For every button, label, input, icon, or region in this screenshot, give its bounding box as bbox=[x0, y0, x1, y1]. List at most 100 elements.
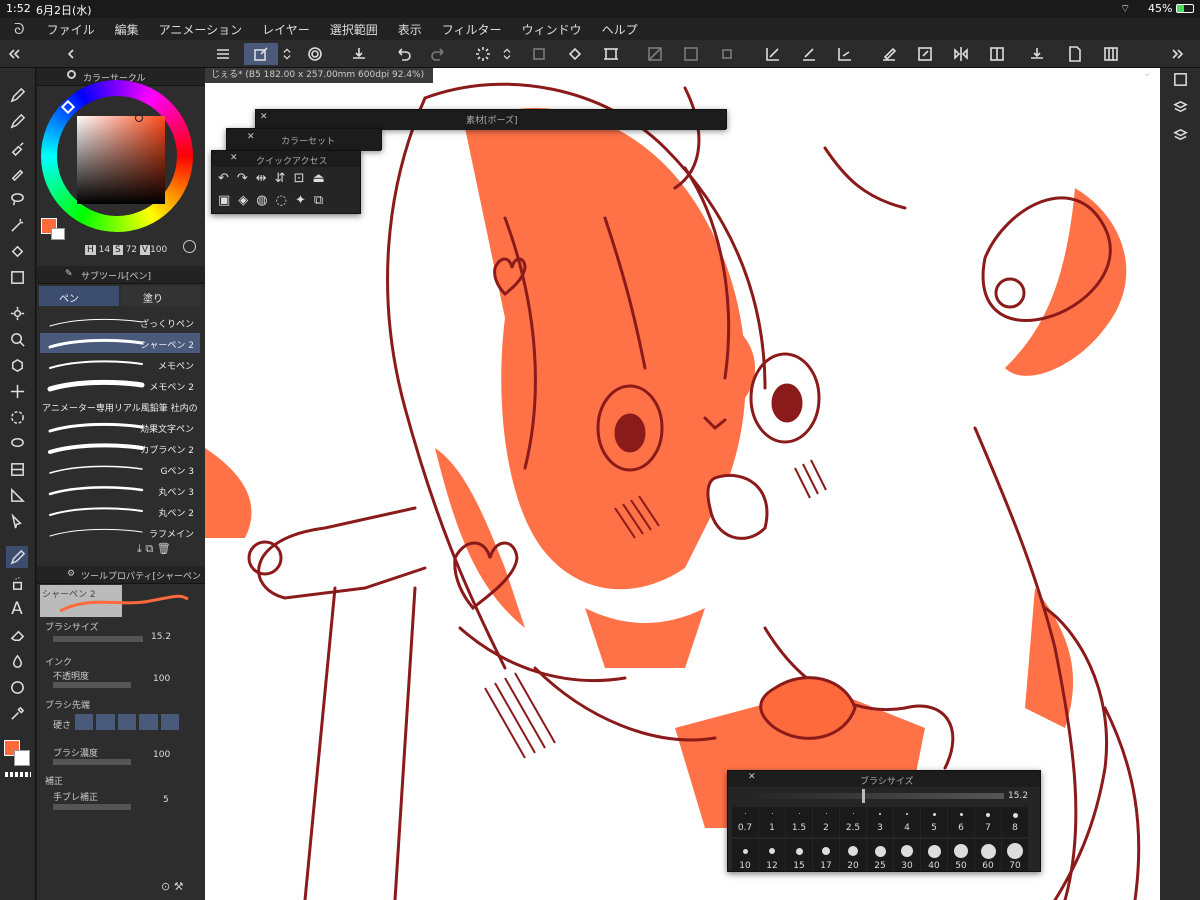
undo-icon[interactable] bbox=[392, 43, 414, 65]
brush-tool-icon[interactable] bbox=[6, 136, 28, 158]
marker-tool-icon[interactable] bbox=[6, 162, 28, 184]
size-preset-bottom[interactable]: 25 bbox=[867, 839, 893, 871]
size-preset-top[interactable]: 3 bbox=[867, 807, 893, 837]
menu-icon[interactable] bbox=[212, 43, 234, 65]
opacity-slider[interactable] bbox=[53, 682, 131, 688]
save-icon[interactable] bbox=[348, 43, 370, 65]
fill-icon[interactable] bbox=[564, 43, 586, 65]
transform-icon[interactable] bbox=[600, 43, 622, 65]
panel-icon[interactable] bbox=[1100, 43, 1122, 65]
size-preset-bottom[interactable]: 60 bbox=[975, 839, 1001, 871]
crop-icon[interactable] bbox=[716, 43, 738, 65]
brush-size-slider[interactable] bbox=[53, 636, 143, 642]
mode-stepper-icon[interactable] bbox=[280, 43, 294, 65]
size-preset-top[interactable]: 2.5 bbox=[840, 807, 866, 837]
brush-item-1[interactable]: シャーペン 2 bbox=[40, 333, 200, 353]
loading-icon[interactable] bbox=[472, 43, 494, 65]
fill-tool-icon[interactable] bbox=[6, 240, 28, 262]
spiral-icon[interactable] bbox=[304, 43, 326, 65]
menu-filter[interactable]: フィルター bbox=[442, 21, 502, 38]
color-mode-icon[interactable] bbox=[183, 240, 196, 253]
pen-tool-active-icon[interactable] bbox=[6, 546, 28, 568]
size-preset-top[interactable]: 7 bbox=[975, 807, 1001, 837]
brush-item-8[interactable]: 丸ペン 3 bbox=[40, 480, 200, 500]
brush-size-panel-slider[interactable] bbox=[734, 793, 1004, 799]
clear-icon[interactable] bbox=[644, 43, 666, 65]
density-slider[interactable] bbox=[53, 759, 131, 765]
export-icon[interactable] bbox=[1026, 43, 1048, 65]
stabilize-value[interactable]: 5 bbox=[163, 795, 169, 805]
size-preset-top[interactable]: 0.7 bbox=[732, 807, 758, 837]
sub-color-swatch[interactable] bbox=[14, 750, 30, 766]
brush-item-10[interactable]: ラフメイン bbox=[40, 522, 200, 542]
size-preset-top[interactable]: 8 bbox=[1002, 807, 1028, 837]
operation-tool-icon[interactable] bbox=[6, 510, 28, 532]
magic-wand-icon[interactable] bbox=[6, 214, 28, 236]
text-tool-icon[interactable]: A bbox=[6, 598, 28, 620]
close-icon[interactable]: ✕ bbox=[230, 153, 238, 163]
size-preset-top[interactable]: 2 bbox=[813, 807, 839, 837]
object-tool-icon[interactable] bbox=[6, 354, 28, 376]
size-preset-bottom[interactable]: 12 bbox=[759, 839, 785, 871]
layer-merge-icon[interactable] bbox=[986, 43, 1008, 65]
frame-tool-icon[interactable] bbox=[6, 458, 28, 480]
shape-tool-icon[interactable] bbox=[6, 676, 28, 698]
brush-size-panel[interactable]: ✕ ブラシサイズ 15.2 0.7 10 1 12 1.5 15 2 17 2.5 20 3 25 4 3… bbox=[727, 770, 1041, 872]
menu-edit[interactable]: 編集 bbox=[115, 21, 139, 38]
brush-item-2[interactable]: メモペン bbox=[40, 354, 200, 374]
color-picker-handle[interactable] bbox=[135, 114, 143, 122]
hardness-selector[interactable] bbox=[75, 714, 180, 730]
png-export-icon[interactable] bbox=[1064, 43, 1086, 65]
close-icon[interactable]: ✕ bbox=[260, 112, 268, 122]
menu-layer[interactable]: レイヤー bbox=[262, 21, 310, 38]
stabilize-slider[interactable] bbox=[53, 804, 131, 810]
eyedropper-tool-icon[interactable] bbox=[6, 702, 28, 724]
brush-item-3[interactable]: メモペン 2 bbox=[40, 375, 200, 395]
brush-ruler-icon[interactable] bbox=[798, 43, 820, 65]
brush-item-5[interactable]: 効果文字ペン bbox=[40, 417, 200, 437]
collapse-left-icon[interactable] bbox=[4, 43, 26, 65]
pen-ruler-icon[interactable] bbox=[762, 43, 784, 65]
brush-size-panel-handle[interactable] bbox=[862, 789, 865, 803]
edit-mode-button[interactable] bbox=[244, 43, 278, 65]
document-tab[interactable]: じぇる* (B5 182.00 x 257.00mm 600dpi 92.4%) bbox=[205, 68, 433, 83]
layer-settings-icon[interactable] bbox=[1169, 124, 1191, 146]
tab-fill[interactable]: 塗り bbox=[121, 286, 201, 306]
rotate-tool-icon[interactable] bbox=[6, 406, 28, 428]
size-preset-bottom[interactable]: 15 bbox=[786, 839, 812, 871]
menu-animation[interactable]: アニメーション bbox=[159, 21, 243, 38]
size-preset-top[interactable]: 1 bbox=[759, 807, 785, 837]
move-tool-icon[interactable] bbox=[6, 380, 28, 402]
brush-item-4[interactable]: アニメーター専用リアル風鉛筆 社内の bbox=[40, 396, 200, 416]
size-preset-top[interactable]: 1.5 bbox=[786, 807, 812, 837]
invert-icon[interactable] bbox=[680, 43, 702, 65]
size-preset-bottom[interactable]: 30 bbox=[894, 839, 920, 871]
size-preset-bottom[interactable]: 17 bbox=[813, 839, 839, 871]
brush-size-panel-value[interactable]: 15.2 bbox=[1008, 791, 1028, 801]
tab-pen[interactable]: ペン bbox=[39, 286, 119, 306]
density-value[interactable]: 100 bbox=[153, 750, 170, 760]
close-icon[interactable]: ✕ bbox=[748, 772, 756, 782]
layer-edit-icon[interactable] bbox=[914, 43, 936, 65]
settings-tool-icon[interactable] bbox=[6, 302, 28, 324]
layers-icon[interactable] bbox=[1169, 96, 1191, 118]
size-preset-top[interactable]: 6 bbox=[948, 807, 974, 837]
quick-access-row1[interactable]: ↶↷⇹⇵⊡⏏ bbox=[218, 171, 333, 186]
menu-selection[interactable]: 選択範囲 bbox=[330, 21, 378, 38]
stepper-icon[interactable] bbox=[500, 43, 514, 65]
brush-item-6[interactable]: カブラペン 2 bbox=[40, 438, 200, 458]
size-preset-top[interactable]: 4 bbox=[894, 807, 920, 837]
transparent-color-icon[interactable] bbox=[5, 772, 31, 777]
collapse-right-icon[interactable] bbox=[1166, 43, 1188, 65]
size-preset-bottom[interactable]: 10 bbox=[732, 839, 758, 871]
pen-tool-icon[interactable] bbox=[6, 84, 28, 106]
ruler-tool-icon[interactable] bbox=[6, 484, 28, 506]
gradient-tool-icon[interactable] bbox=[6, 266, 28, 288]
balloon-tool-icon[interactable] bbox=[6, 432, 28, 454]
redo-icon[interactable] bbox=[428, 43, 450, 65]
panel-footer-icons[interactable]: ⊙ ⚒ bbox=[161, 880, 184, 893]
close-icon[interactable]: ✕ bbox=[247, 132, 255, 142]
brush-item-0[interactable]: ざっくりペン bbox=[40, 312, 200, 332]
quick-access-panel[interactable]: ✕ クイックアクセス ↶↷⇹⇵⊡⏏ ▣◈◍◌✦⧉ bbox=[211, 150, 361, 214]
airbrush-tool-icon[interactable] bbox=[6, 572, 28, 594]
